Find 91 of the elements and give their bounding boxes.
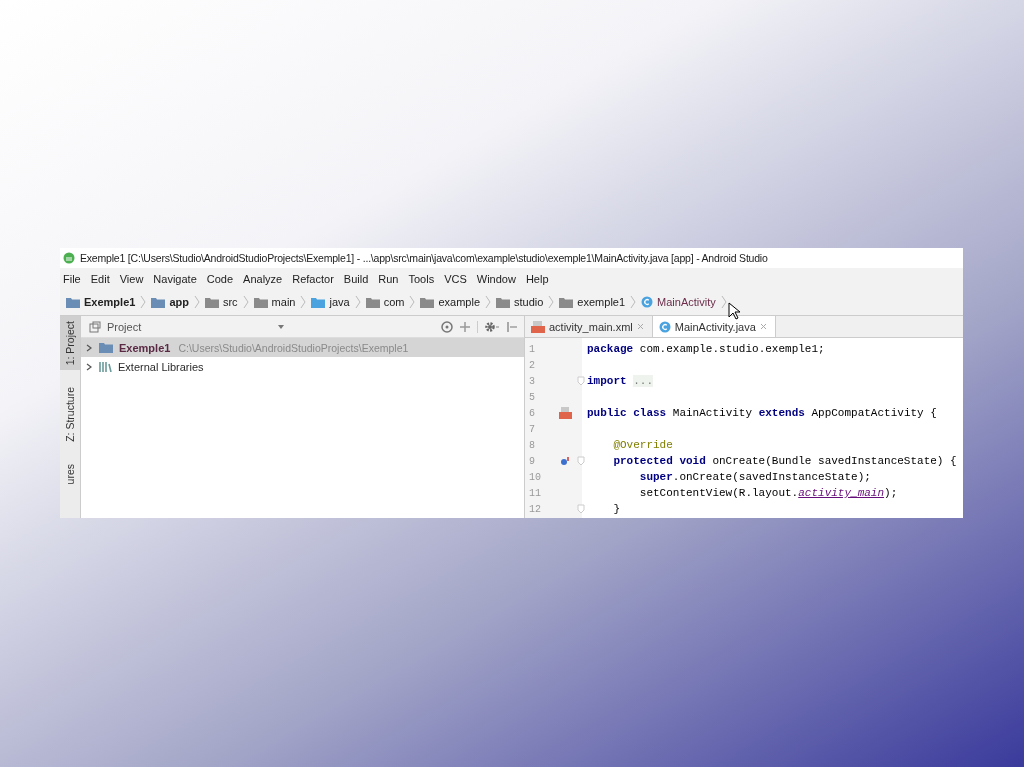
code-line: public class MainActivity extends AppCompatActivity { (587, 407, 937, 419)
breadcrumb[interactable]: src (204, 296, 238, 308)
override-icon[interactable] (560, 456, 570, 466)
folder-icon (496, 296, 510, 308)
line-number: 5 (528, 391, 536, 403)
editor-tab[interactable]: activity_main.xml (525, 316, 653, 337)
menu-item[interactable]: Tools (408, 272, 435, 285)
menu-item[interactable]: Navigate (153, 272, 197, 285)
breadcrumb[interactable]: app (151, 296, 189, 308)
line-number: 12 (528, 503, 542, 515)
chevron-icon (485, 295, 491, 309)
menu-item[interactable]: Run (378, 272, 399, 285)
line-number: 9 (528, 455, 536, 467)
hide-icon[interactable] (506, 320, 518, 333)
folder-icon (66, 296, 80, 308)
line-number: 3 (528, 375, 536, 387)
line-number: 11 (528, 487, 542, 499)
code-line: @Override (613, 439, 673, 451)
library-icon (99, 361, 112, 372)
chevron-icon (409, 295, 416, 309)
folder-icon (311, 296, 326, 308)
breadcrumb[interactable]: Exemple1 (66, 296, 136, 308)
chevron-icon (354, 295, 361, 309)
menu-item[interactable]: Window (476, 272, 516, 285)
code-line: } (613, 503, 620, 515)
code-line: setContentView(R.layout.activity_main); (639, 487, 898, 499)
breadcrumb[interactable]: java (311, 296, 350, 308)
folder-icon (365, 296, 380, 308)
dropdown-arrow-icon[interactable] (277, 323, 286, 330)
breadcrumb[interactable]: exemple1 (559, 296, 626, 308)
breadcrumb[interactable]: MainActivity (641, 296, 716, 308)
code-line: super.onCreate(savedInstanceState); (639, 471, 871, 483)
menu-item[interactable]: Help (525, 272, 549, 285)
line-number: 2 (528, 359, 536, 371)
fold-icon[interactable] (577, 456, 585, 466)
code-line: package com.example.studio.exemple1; (587, 343, 825, 355)
window-title: Exemple1 [C:\Users\Studio\AndroidStudioProjects\Exemple1] - ...\app\src\main\java\com\example\studio\exemple1\MainActivity.java [app] - Android Studio (80, 252, 768, 264)
project-path: C:\Users\Studio\AndroidStudioProjects\Exemple1 (178, 341, 409, 354)
chevron-icon (140, 295, 147, 309)
chevron-icon (193, 295, 200, 309)
line-number: 1 (528, 343, 536, 355)
layout-file-icon[interactable] (558, 407, 572, 419)
folder-icon (99, 342, 113, 353)
window-icon (89, 320, 101, 333)
menu-item[interactable]: Code (206, 272, 234, 285)
mouse-cursor-icon (728, 302, 740, 320)
panel-title[interactable]: Project (107, 320, 142, 333)
chevron-icon (548, 295, 555, 309)
class-icon (641, 296, 654, 308)
menu-item[interactable]: VCS (444, 272, 467, 285)
folder-icon (253, 296, 268, 308)
tree-item[interactable]: Exemple1 C:\Users\Studio\AndroidStudioProjects\Exemple1 (81, 338, 524, 357)
menu-item[interactable]: File (63, 272, 81, 285)
folder-icon (151, 296, 166, 308)
editor-tab[interactable]: MainActivity.java (652, 316, 776, 337)
collapse-icon[interactable] (459, 320, 471, 333)
code-line: import ... (587, 375, 654, 387)
menu-item[interactable]: Refactor (292, 272, 334, 285)
fold-icon[interactable] (577, 504, 585, 514)
close-icon[interactable] (636, 323, 644, 330)
folder-icon (420, 296, 435, 308)
tree-item[interactable]: External Libraries (81, 357, 524, 376)
menu-item[interactable]: Analyze (243, 272, 283, 285)
menu-item[interactable]: Build (343, 272, 369, 285)
line-number: 10 (528, 471, 542, 483)
tool-window-tab[interactable]: 1: Project (60, 316, 80, 371)
close-icon[interactable] (759, 323, 767, 330)
breadcrumb[interactable]: studio (496, 296, 544, 308)
tool-window-tab[interactable]: ures (60, 459, 80, 490)
menu-item[interactable]: Edit (90, 272, 110, 285)
target-icon[interactable] (441, 320, 453, 333)
breadcrumb[interactable]: example (420, 296, 480, 308)
chevron-icon (630, 295, 637, 309)
folder-icon (559, 296, 574, 308)
chevron-icon (720, 295, 727, 309)
chevron-icon (242, 295, 249, 309)
folder-icon (204, 296, 219, 308)
menu-item[interactable]: View (119, 272, 144, 285)
chevron-icon (300, 295, 307, 309)
android-icon (63, 252, 75, 264)
line-number: 6 (528, 407, 536, 419)
breadcrumb[interactable]: com (365, 296, 405, 308)
code-line: protected void onCreate(Bundle savedInstanceState) { (613, 455, 957, 467)
line-number: 7 (528, 423, 536, 435)
fold-icon[interactable] (577, 376, 585, 386)
layout-file-icon (531, 320, 545, 333)
tool-window-tab[interactable]: Z: Structure (60, 382, 80, 448)
class-icon (658, 320, 671, 333)
settings-icon[interactable] (484, 320, 500, 333)
breadcrumb[interactable]: main (253, 296, 296, 308)
line-number: 8 (528, 439, 536, 451)
